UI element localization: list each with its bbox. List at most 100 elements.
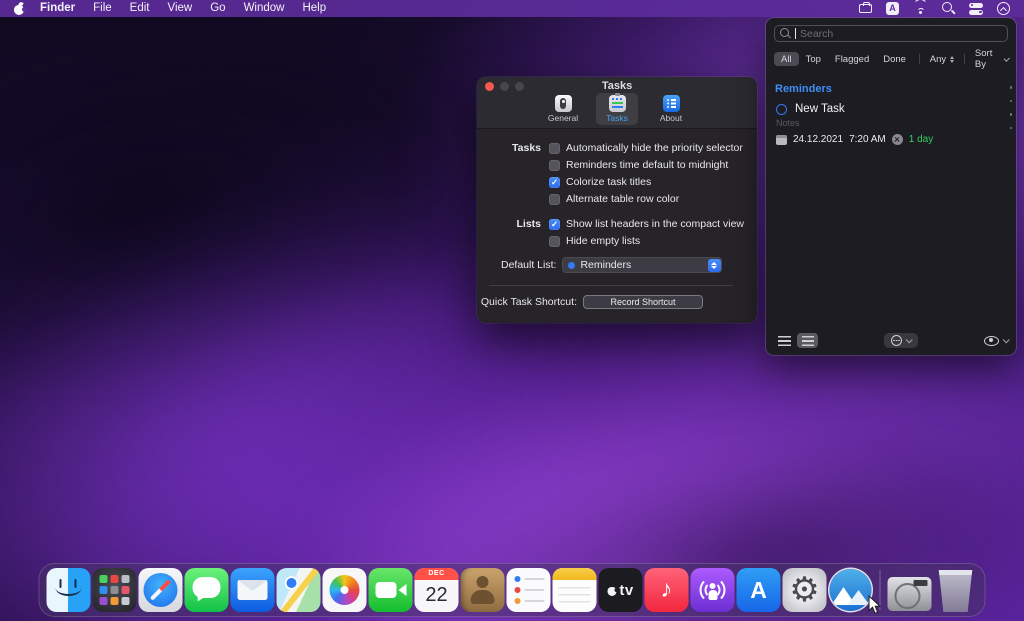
input-source-icon[interactable]: A (886, 2, 899, 15)
chevron-down-icon (1003, 55, 1009, 61)
spotlight-icon[interactable] (942, 2, 955, 15)
menu-item-view[interactable]: View (159, 0, 202, 17)
menu-item-file[interactable]: File (84, 0, 121, 17)
dock-icon-hard-disk[interactable] (888, 577, 932, 611)
checkbox[interactable] (549, 236, 560, 247)
dock-icon-facetime[interactable] (369, 568, 413, 612)
task-item[interactable]: New Task Notes 24.12.2021 7:20 AM 1 day (766, 100, 1016, 145)
visibility-button[interactable] (984, 336, 1008, 346)
dock-icon-mail[interactable] (231, 568, 275, 612)
dock-icon-maps[interactable] (277, 568, 321, 612)
task-time[interactable]: 7:20 AM (849, 134, 886, 145)
clear-date-icon[interactable] (892, 134, 903, 145)
search-input[interactable] (800, 28, 1002, 40)
briefcase-icon[interactable] (859, 4, 872, 13)
filter-done[interactable]: Done (876, 52, 913, 66)
menu-app-name[interactable]: Finder (31, 0, 84, 17)
control-center-icon[interactable] (969, 3, 983, 15)
checkbox[interactable] (549, 160, 560, 171)
divider (489, 285, 733, 286)
priority-dots[interactable] (1010, 86, 1013, 129)
menu-bar-status: A (859, 2, 1024, 15)
option-show-list-headers[interactable]: Show list headers in the compact view (549, 218, 744, 230)
dock-icon-reminders[interactable] (507, 568, 551, 612)
checkbox[interactable] (549, 143, 560, 154)
tasks-tab-icon (609, 95, 626, 112)
lists-section-label: Lists (477, 218, 541, 247)
tab-about[interactable]: About (650, 93, 692, 125)
default-list-select[interactable]: Reminders (562, 257, 722, 273)
ellipsis-circle-icon (891, 335, 902, 346)
bullet-list-view-button[interactable] (774, 333, 795, 348)
wifi-icon[interactable] (913, 3, 928, 14)
menu-item-go[interactable]: Go (201, 0, 234, 17)
option-colorize-titles[interactable]: Colorize task titles (549, 176, 743, 188)
option-hide-priority[interactable]: Automatically hide the priority selector (549, 142, 743, 154)
task-notes-placeholder[interactable]: Notes (776, 118, 1006, 128)
dock-icon-trash[interactable] (937, 570, 975, 612)
task-title[interactable]: New Task (795, 103, 845, 115)
desktop: Finder File Edit View Go Window Help A T… (0, 0, 1024, 621)
tab-tasks[interactable]: Tasks (596, 93, 638, 125)
record-shortcut-button[interactable]: Record Shortcut (583, 295, 703, 309)
task-date[interactable]: 24.12.2021 (793, 134, 843, 145)
dock-icon-messages[interactable] (185, 568, 229, 612)
any-filter[interactable]: Any Sort By (913, 48, 1008, 70)
dock-icon-launchpad[interactable] (93, 568, 137, 612)
sort-by-label[interactable]: Sort By (975, 48, 1000, 70)
filter-flagged[interactable]: Flagged (828, 52, 876, 66)
menu-item-edit[interactable]: Edit (121, 0, 159, 17)
option-hide-empty-lists[interactable]: Hide empty lists (549, 235, 744, 247)
dock-icon-calendar[interactable]: DEC 22 (415, 568, 459, 612)
dock-icon-podcasts[interactable] (691, 568, 735, 612)
chevron-down-icon (906, 336, 913, 343)
dock-icon-tv[interactable]: tv (599, 568, 643, 612)
mouse-cursor (868, 595, 882, 620)
menu-item-help[interactable]: Help (293, 0, 335, 17)
filter-top[interactable]: Top (799, 52, 828, 66)
option-reminders-midnight[interactable]: Reminders time default to midnight (549, 159, 743, 171)
status-filter-button[interactable] (884, 333, 918, 348)
dock-icon-photos[interactable] (323, 568, 367, 612)
minimize-button[interactable] (500, 82, 509, 91)
apple-menu-icon[interactable] (14, 3, 25, 15)
task-date-row: 24.12.2021 7:20 AM 1 day (776, 134, 1006, 145)
dock-icon-appstore[interactable]: A (737, 568, 781, 612)
dock-icon-tasks-app[interactable] (829, 568, 873, 612)
podcast-person-icon (710, 583, 716, 589)
compact-list-icon (802, 336, 814, 346)
task-complete-circle[interactable] (776, 104, 787, 115)
menu-bar: Finder File Edit View Go Window Help A (0, 0, 1024, 17)
dock-icon-safari[interactable] (139, 568, 183, 612)
dropdown-circle-icon[interactable] (997, 2, 1010, 15)
filter-all[interactable]: All (774, 52, 799, 66)
compact-list-view-button[interactable] (797, 333, 818, 348)
tab-general[interactable]: General (542, 93, 584, 125)
calendar-icon (776, 135, 787, 145)
chevron-down-icon (1003, 336, 1010, 343)
dock-icon-music[interactable]: ♪ (645, 568, 689, 612)
settings-window: Tasks General Tasks About Tasks (477, 77, 757, 323)
dock-icon-notes[interactable] (553, 568, 597, 612)
wallpaper-wave (0, 0, 535, 481)
menu-item-window[interactable]: Window (235, 0, 294, 17)
tasks-app-icon (830, 569, 872, 611)
checkbox[interactable] (549, 177, 560, 188)
option-label: Alternate table row color (566, 193, 679, 205)
option-label: Reminders time default to midnight (566, 159, 728, 171)
text-caret (795, 28, 796, 39)
checkbox[interactable] (549, 219, 560, 230)
zoom-button[interactable] (515, 82, 524, 91)
list-section-header[interactable]: Reminders (766, 74, 1016, 100)
option-alternate-rows[interactable]: Alternate table row color (549, 193, 743, 205)
default-list-value: Reminders (580, 259, 631, 271)
search-field[interactable] (774, 25, 1008, 42)
tasks-panel: All Top Flagged Done Any Sort By Reminde… (766, 18, 1016, 355)
dock-icon-system-preferences[interactable]: ⚙ (783, 568, 827, 612)
dock-icon-finder[interactable] (47, 568, 91, 612)
close-button[interactable] (485, 82, 494, 91)
tab-general-label: General (548, 113, 578, 123)
default-list-row: Default List: Reminders (501, 257, 745, 273)
dock-icon-contacts[interactable] (461, 568, 505, 612)
checkbox[interactable] (549, 194, 560, 205)
